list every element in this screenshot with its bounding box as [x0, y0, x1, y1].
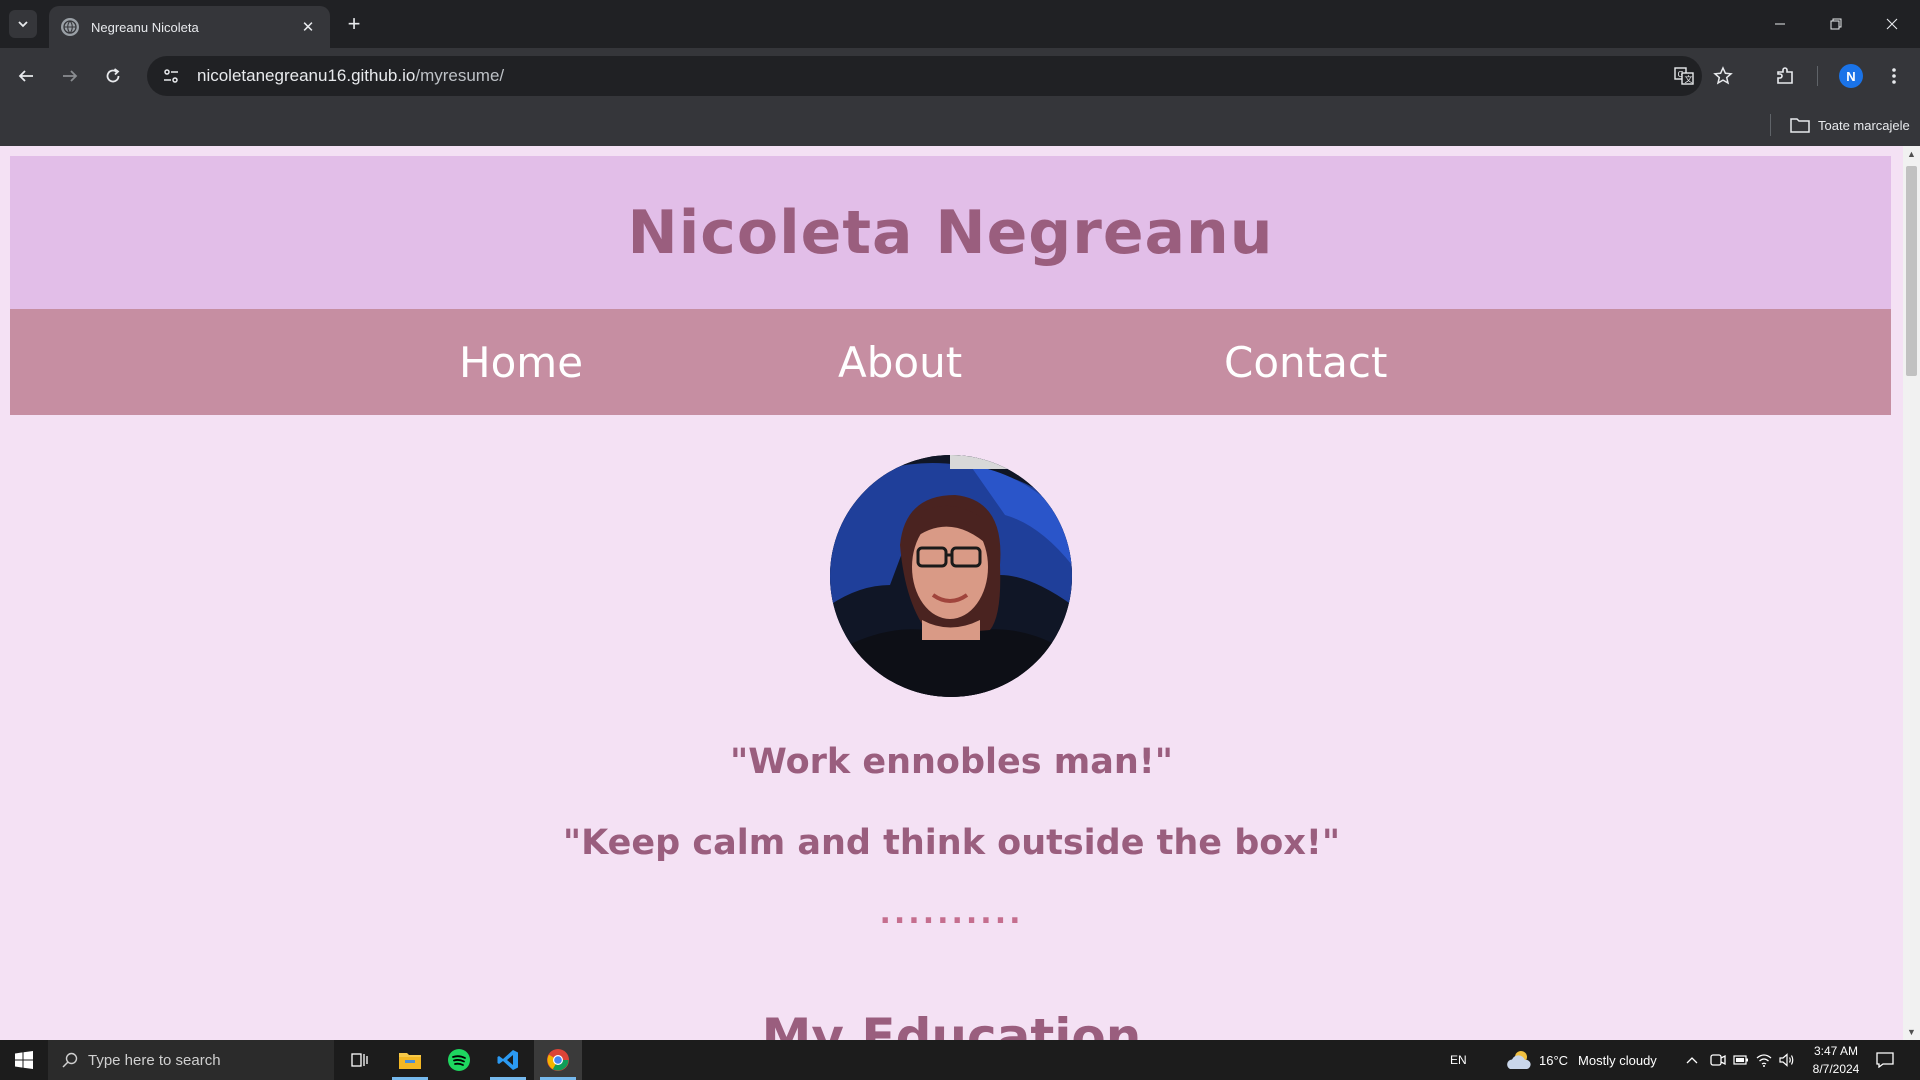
- bookmarks-bar: Toate marcajele: [0, 104, 1920, 146]
- battery-icon[interactable]: [1733, 1040, 1749, 1080]
- address-bar[interactable]: nicoletanegreanu16.github.io/myresume/ G…: [147, 56, 1733, 96]
- extensions-icon[interactable]: [1771, 62, 1799, 90]
- arrow-left-icon: [18, 70, 33, 82]
- task-view-icon[interactable]: [335, 1040, 383, 1080]
- site-info-icon[interactable]: [151, 56, 191, 96]
- close-window-button[interactable]: [1864, 0, 1920, 48]
- wifi-icon[interactable]: [1756, 1040, 1772, 1080]
- nav-link-home[interactable]: Home: [459, 309, 583, 415]
- taskbar-search-placeholder: Type here to search: [88, 1051, 221, 1069]
- windows-logo-icon: [15, 1051, 33, 1069]
- tab-strip: Negreanu Nicoleta ✕ +: [0, 0, 1920, 48]
- reload-button[interactable]: [95, 58, 131, 94]
- translate-icon[interactable]: G文: [1672, 64, 1696, 88]
- spotify-icon[interactable]: [435, 1040, 483, 1080]
- search-icon: [62, 1052, 78, 1068]
- restore-button[interactable]: [1808, 0, 1864, 48]
- clock-date: 8/7/2024: [1812, 1062, 1860, 1076]
- nav-link-contact[interactable]: Contact: [1224, 309, 1387, 415]
- all-bookmarks-label: Toate marcajele: [1818, 117, 1910, 133]
- arrow-right-icon: [63, 70, 78, 82]
- vscode-icon[interactable]: [484, 1040, 532, 1080]
- scroll-thumb[interactable]: [1906, 166, 1917, 376]
- reload-icon: [106, 68, 120, 83]
- site-title: Nicoleta Negreanu: [627, 197, 1274, 268]
- bookmark-star-icon[interactable]: [1711, 64, 1735, 88]
- minimize-button[interactable]: [1752, 0, 1808, 48]
- toolbar-divider: [1817, 66, 1818, 86]
- site-header: Nicoleta Negreanu: [10, 156, 1891, 309]
- page-scrollbar[interactable]: ▲ ▼: [1903, 146, 1920, 1040]
- tab-search-button[interactable]: [9, 10, 37, 38]
- weather-temp: 16°C: [1539, 1052, 1569, 1068]
- chrome-icon[interactable]: [534, 1040, 582, 1080]
- forward-button[interactable]: [52, 58, 88, 94]
- taskbar-search[interactable]: Type here to search: [48, 1040, 334, 1080]
- folder-icon: [1790, 118, 1810, 133]
- notifications-icon[interactable]: [1876, 1040, 1894, 1080]
- volume-icon[interactable]: [1779, 1040, 1795, 1080]
- quote-1: "Work ennobles man!": [730, 742, 1173, 782]
- cloudy-weather-icon: [1507, 1051, 1531, 1069]
- file-explorer-icon[interactable]: [386, 1040, 434, 1080]
- weather-condition: Mostly cloudy: [1578, 1052, 1657, 1068]
- new-tab-button[interactable]: +: [340, 10, 368, 38]
- site-nav: Home About Contact: [10, 309, 1891, 415]
- tab-title: Negreanu Nicoleta: [91, 19, 199, 35]
- clock-time: 3:47 AM: [1813, 1044, 1859, 1058]
- all-bookmarks-button[interactable]: Toate marcajele: [1790, 115, 1910, 135]
- taskbar: Type here to search EN 16°C Mostly cloud…: [0, 1040, 1920, 1080]
- close-tab-icon[interactable]: ✕: [298, 18, 318, 36]
- url-path: /myresume/: [415, 66, 505, 85]
- profile-photo: [830, 455, 1072, 697]
- meet-now-icon[interactable]: [1710, 1040, 1726, 1080]
- globe-icon: [61, 18, 79, 36]
- profile-avatar[interactable]: N: [1839, 64, 1863, 88]
- scroll-up-icon[interactable]: ▲: [1903, 146, 1920, 162]
- scroll-down-icon[interactable]: ▼: [1903, 1024, 1920, 1040]
- svg-text:文: 文: [1685, 74, 1693, 84]
- language-indicator[interactable]: EN: [1450, 1040, 1467, 1080]
- chevron-up-icon[interactable]: [1686, 1040, 1698, 1080]
- browser-tab[interactable]: Negreanu Nicoleta ✕: [49, 6, 330, 48]
- quote-2: "Keep calm and think outside the box!": [562, 823, 1341, 863]
- chevron-down-icon: [18, 21, 28, 28]
- section-heading-education: My Education: [761, 1008, 1142, 1040]
- dotted-divider: ..........: [879, 896, 1024, 931]
- back-button[interactable]: [8, 58, 44, 94]
- weather-widget[interactable]: 16°C Mostly cloudy: [1505, 1040, 1657, 1080]
- menu-kebab-icon[interactable]: [1880, 62, 1908, 90]
- bookmarks-divider: [1770, 114, 1771, 136]
- start-button[interactable]: [0, 1040, 48, 1080]
- nav-link-about[interactable]: About: [838, 309, 962, 415]
- system-clock[interactable]: 3:47 AM 8/7/2024: [1808, 1042, 1864, 1078]
- url-host: nicoletanegreanu16.github.io: [197, 66, 416, 85]
- url-text: nicoletanegreanu16.github.io/myresume/: [197, 66, 504, 86]
- browser-toolbar: nicoletanegreanu16.github.io/myresume/ G…: [0, 48, 1920, 104]
- page-viewport: Nicoleta Negreanu Home About Contact "Wo…: [0, 146, 1920, 1040]
